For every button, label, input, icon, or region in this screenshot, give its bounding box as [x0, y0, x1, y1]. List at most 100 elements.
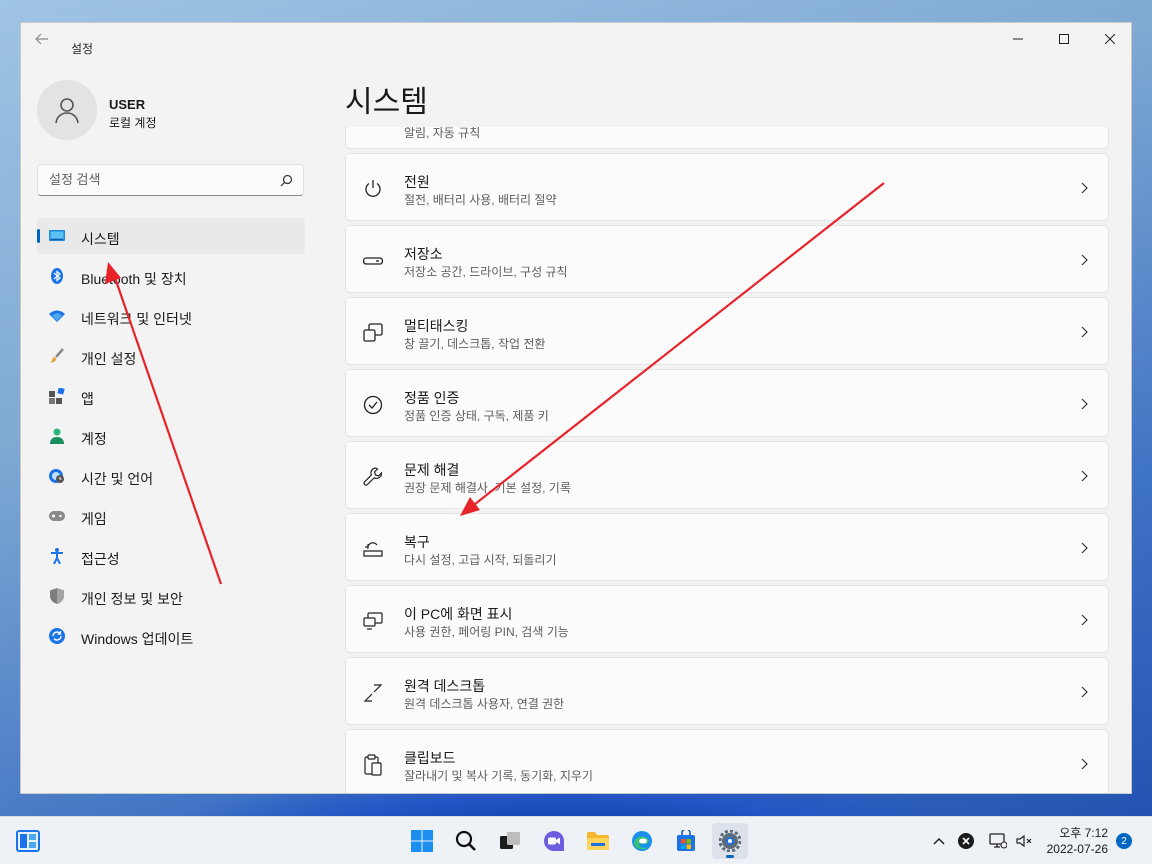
store-icon	[677, 830, 695, 851]
tray-app-button[interactable]	[956, 831, 976, 851]
sidebar-item-windows-update[interactable]: Windows 업데이트	[37, 618, 305, 654]
sidebar-nav: 시스템 Bluetooth 및 장치 네트워크 및 인터넷 개인 설정 앱 계정	[37, 218, 305, 658]
sidebar-item-gaming[interactable]: 게임	[37, 498, 305, 534]
chat-button[interactable]	[536, 823, 572, 859]
gear-icon	[719, 830, 741, 852]
start-button[interactable]	[404, 823, 440, 859]
chevron-up-icon	[933, 837, 945, 845]
sidebar-item-label: 네트워크 및 인터넷	[81, 311, 192, 327]
sidebar-item-network[interactable]: 네트워크 및 인터넷	[37, 298, 305, 334]
minimize-button[interactable]	[995, 23, 1041, 55]
settings-card-power[interactable]: 전원 절전, 배터리 사용, 배터리 절약	[345, 153, 1109, 221]
avatar[interactable]	[37, 80, 97, 140]
settings-card-storage[interactable]: 저장소 저장소 공간, 드라이브, 구성 규칙	[345, 225, 1109, 293]
settings-card-title: 저장소	[404, 246, 443, 262]
clipboard-icon	[362, 754, 384, 776]
maximize-button[interactable]	[1041, 23, 1087, 55]
sidebar-item-label: 시스템	[81, 231, 120, 247]
settings-card-activation[interactable]: 정품 인증 정품 인증 상태, 구독, 제품 키	[345, 369, 1109, 437]
page-title: 시스템	[345, 86, 428, 119]
settings-card-remote-desktop[interactable]: 원격 데스크톱 원격 데스크톱 사용자, 연결 권한	[345, 657, 1109, 725]
settings-card-title: 정품 인증	[404, 390, 460, 406]
remote-desktop-icon	[362, 682, 384, 704]
sidebar-item-apps[interactable]: 앱	[37, 378, 305, 414]
sidebar-item-system[interactable]: 시스템	[37, 218, 305, 254]
sidebar-item-time-language[interactable]: 시간 및 언어	[37, 458, 305, 494]
activation-check-icon	[362, 394, 384, 416]
task-view-button[interactable]	[492, 823, 528, 859]
back-button[interactable]	[35, 33, 55, 49]
power-icon	[362, 178, 384, 200]
person-avatar-icon	[55, 98, 79, 124]
user-name: USER	[109, 97, 146, 112]
show-hidden-icons-button[interactable]	[929, 831, 949, 851]
taskbar-search-button[interactable]	[448, 823, 484, 859]
settings-card-desc: 창 끌기, 데스크톱, 작업 전환	[404, 337, 546, 351]
settings-card-desc: 잘라내기 및 복사 기록, 동기화, 지우기	[404, 769, 593, 783]
settings-card-title: 이 PC에 화면 표시	[404, 606, 513, 622]
file-explorer-button[interactable]	[580, 823, 616, 859]
settings-card-title: 멀티태스킹	[404, 318, 469, 334]
sidebar-item-bluetooth[interactable]: Bluetooth 및 장치	[37, 258, 305, 294]
settings-window: 설정 USER 로컬 계정 시스템 Bluetooth 및 장	[20, 22, 1132, 794]
settings-app-button[interactable]	[712, 823, 748, 859]
sidebar-item-label: 개인 정보 및 보안	[81, 591, 183, 607]
widgets-icon	[16, 830, 40, 852]
volume-button[interactable]	[1014, 831, 1034, 851]
project-to-pc-icon	[362, 610, 384, 632]
sidebar-item-personalization[interactable]: 개인 설정	[37, 338, 305, 374]
chevron-right-icon	[1081, 326, 1088, 338]
accessibility-icon	[49, 548, 65, 564]
wrench-icon	[362, 466, 384, 488]
shield-icon	[49, 588, 65, 604]
person-icon	[49, 428, 65, 444]
search-field[interactable]	[37, 164, 304, 196]
folder-icon	[587, 832, 609, 850]
taskbar-clock[interactable]: 오후 7:12 2022-07-26	[1047, 825, 1108, 857]
monitor-icon	[49, 228, 65, 244]
network-status-button[interactable]	[988, 831, 1008, 851]
store-button[interactable]	[668, 823, 704, 859]
settings-card-notifications[interactable]: 알림, 자동 규칙	[345, 127, 1109, 149]
sidebar: USER 로컬 계정 시스템 Bluetooth 및 장치 네트워크 및 인터넷…	[21, 63, 321, 793]
settings-card-desc: 원격 데스크톱 사용자, 연결 권한	[404, 697, 565, 711]
title-bar: 설정	[21, 23, 1131, 56]
settings-card-multitasking[interactable]: 멀티태스킹 창 끌기, 데스크톱, 작업 전환	[345, 297, 1109, 365]
settings-card-clipboard[interactable]: 클립보드 잘라내기 및 복사 기록, 동기화, 지우기	[345, 729, 1109, 793]
settings-card-project-to-pc[interactable]: 이 PC에 화면 표시 사용 권한, 페어링 PIN, 검색 기능	[345, 585, 1109, 653]
chevron-right-icon	[1081, 758, 1088, 770]
sidebar-item-label: 계정	[81, 431, 107, 447]
minimize-icon	[1013, 38, 1023, 40]
settings-card-troubleshoot[interactable]: 문제 해결 권장 문제 해결사, 기본 설정, 기록	[345, 441, 1109, 509]
settings-card-desc: 권장 문제 해결사, 기본 설정, 기록	[404, 481, 571, 495]
active-app-indicator	[726, 855, 734, 858]
sidebar-item-label: 게임	[81, 511, 107, 527]
sidebar-item-label: Bluetooth 및 장치	[81, 271, 187, 287]
sidebar-item-accounts[interactable]: 계정	[37, 418, 305, 454]
close-button[interactable]	[1087, 23, 1131, 55]
sidebar-item-label: Windows 업데이트	[81, 631, 194, 647]
settings-list[interactable]: 알림, 자동 규칙 전원 절전, 배터리 사용, 배터리 절약 저장소 저장소 …	[345, 127, 1109, 793]
chat-icon	[544, 831, 564, 851]
search-icon[interactable]	[280, 174, 293, 187]
settings-card-desc: 다시 설정, 고급 시작, 되돌리기	[404, 553, 557, 567]
settings-card-recovery[interactable]: 복구 다시 설정, 고급 시작, 되돌리기	[345, 513, 1109, 581]
clock-date: 2022-07-26	[1046, 842, 1108, 856]
windows-logo-icon	[411, 830, 433, 852]
sidebar-item-privacy[interactable]: 개인 정보 및 보안	[37, 578, 305, 614]
settings-card-desc: 저장소 공간, 드라이브, 구성 규칙	[404, 265, 568, 279]
notification-badge[interactable]: 2	[1116, 833, 1132, 849]
chevron-right-icon	[1081, 398, 1088, 410]
sidebar-item-label: 시간 및 언어	[81, 471, 154, 487]
sidebar-item-accessibility[interactable]: 접근성	[37, 538, 305, 574]
gamepad-icon	[49, 508, 65, 524]
storage-icon	[362, 250, 384, 272]
edge-browser-button[interactable]	[624, 823, 660, 859]
widgets-button[interactable]	[10, 823, 46, 859]
taskbar: 오후 7:12 2022-07-26 2	[0, 816, 1152, 864]
chevron-right-icon	[1081, 686, 1088, 698]
task-view-icon	[500, 832, 520, 849]
search-input[interactable]	[49, 172, 269, 187]
close-circle-icon	[958, 833, 974, 849]
search-icon	[455, 830, 476, 851]
